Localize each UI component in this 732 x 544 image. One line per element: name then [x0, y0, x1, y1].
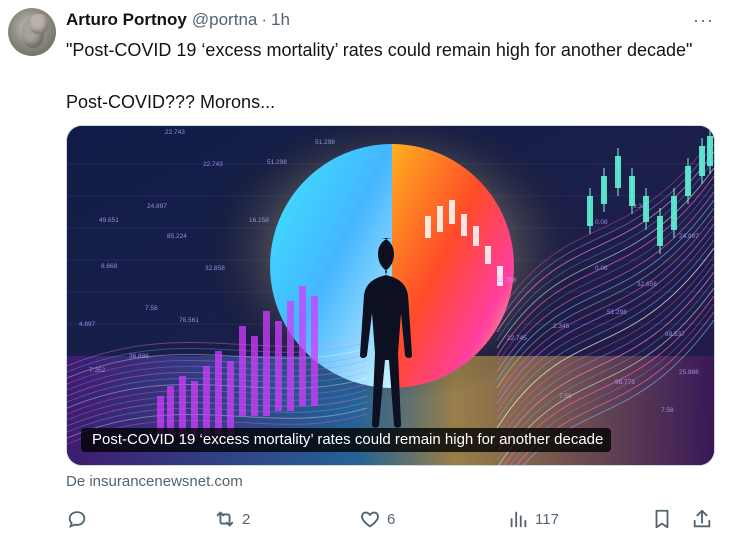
image-number: 49.651	[99, 217, 119, 224]
candle-body	[461, 214, 467, 236]
candle-body	[215, 351, 222, 436]
link-card[interactable]: 22.743 51.298 22.743 24.897 49.651 16.158 85.2…	[66, 125, 715, 466]
image-number: 51.298	[607, 309, 627, 316]
header-separator: ·	[261, 10, 268, 29]
tweet-text-line-1: "Post-COVID 19 ‘excess mortality’ rates …	[66, 40, 693, 60]
image-number: 98.773	[615, 379, 635, 386]
retweet-icon	[216, 511, 234, 527]
views-icon	[510, 511, 527, 528]
retweet-count: 2	[242, 510, 251, 528]
retweet-button[interactable]: 2	[214, 504, 250, 534]
candle-body	[707, 136, 713, 166]
candle-body	[275, 321, 282, 411]
image-number: 7.352	[89, 367, 106, 374]
tweet-actions: 2 6 117	[66, 504, 716, 534]
candle-body	[179, 376, 186, 436]
tweet-time[interactable]: 1h	[271, 10, 290, 30]
image-number: 25.886	[679, 369, 699, 376]
candle-body	[601, 176, 607, 204]
candle-body	[287, 301, 294, 411]
candle-body	[587, 196, 593, 226]
candle-body	[699, 146, 705, 176]
reply-button[interactable]	[66, 504, 94, 534]
image-number: 22.745	[507, 335, 527, 342]
candle-body	[425, 216, 431, 238]
share-button[interactable]	[691, 504, 713, 534]
card-source[interactable]: De insurancenewsnet.com	[66, 473, 243, 490]
views-count: 117	[535, 510, 559, 528]
card-image: 22.743 51.298 22.743 24.897 49.651 16.158 85.2…	[67, 126, 714, 465]
image-number: 32.858	[205, 265, 225, 272]
image-number: 24.897	[679, 233, 699, 240]
candle-body	[239, 326, 246, 416]
candle-body	[437, 206, 443, 232]
image-number: 4.897	[79, 321, 96, 328]
candle-body	[629, 176, 635, 206]
bookmark-icon	[655, 509, 669, 529]
image-number: 22.743	[165, 129, 185, 136]
image-number: 0.08	[595, 265, 608, 272]
image-number: 78.561	[179, 317, 199, 324]
card-caption: Post-COVID 19 ‘excess mortality’ rates c…	[81, 428, 612, 452]
share-icon	[693, 509, 711, 528]
tweet-text-line-2: Post-COVID??? Morons...	[66, 92, 276, 112]
avatar-hand	[30, 14, 48, 34]
more-icon[interactable]: ···	[693, 10, 714, 31]
bookmark-button[interactable]	[651, 504, 673, 534]
image-number: 36.886	[129, 353, 149, 360]
image-number: 22.743	[203, 161, 223, 168]
image-number: 7.58	[559, 393, 572, 400]
image-number: 69.537	[665, 331, 685, 338]
image-number: 24.897	[147, 203, 167, 210]
candle-body	[449, 200, 455, 224]
image-number: 51.298	[315, 139, 335, 146]
author-handle[interactable]: @portna	[192, 10, 257, 30]
candle-body	[227, 361, 234, 436]
image-number: 85.224	[167, 233, 187, 240]
like-count: 6	[387, 510, 396, 528]
image-number: 7.58	[145, 305, 158, 312]
tweet-header: Arturo Portnoy @portna · 1h	[66, 9, 290, 31]
image-number: 2.345	[553, 323, 570, 330]
candle-body	[657, 216, 663, 246]
like-icon	[361, 511, 379, 528]
candle-body	[615, 156, 621, 188]
avatar[interactable]	[8, 8, 56, 56]
candle-body	[251, 336, 258, 416]
image-number: 16.158	[249, 217, 269, 224]
image-number: 51.298	[267, 159, 287, 166]
image-number: 32.658	[637, 281, 657, 288]
views-button[interactable]: 117	[507, 504, 559, 534]
candle-body	[671, 196, 677, 230]
reply-icon	[68, 511, 86, 528]
image-number: 8.668	[101, 263, 118, 270]
image-number: 11.798	[497, 277, 517, 284]
candle-body	[473, 226, 479, 246]
candle-body	[685, 166, 691, 196]
like-button[interactable]: 6	[359, 504, 395, 534]
candle-body	[263, 311, 270, 416]
image-number: 9.34	[633, 203, 646, 210]
candle-body	[299, 286, 306, 406]
candle-body	[203, 366, 210, 436]
candle-body	[311, 296, 318, 406]
image-number: 0.08	[595, 219, 608, 226]
candle-body	[485, 246, 491, 264]
image-number: 7.58	[661, 407, 674, 414]
author-name[interactable]: Arturo Portnoy	[66, 10, 187, 30]
